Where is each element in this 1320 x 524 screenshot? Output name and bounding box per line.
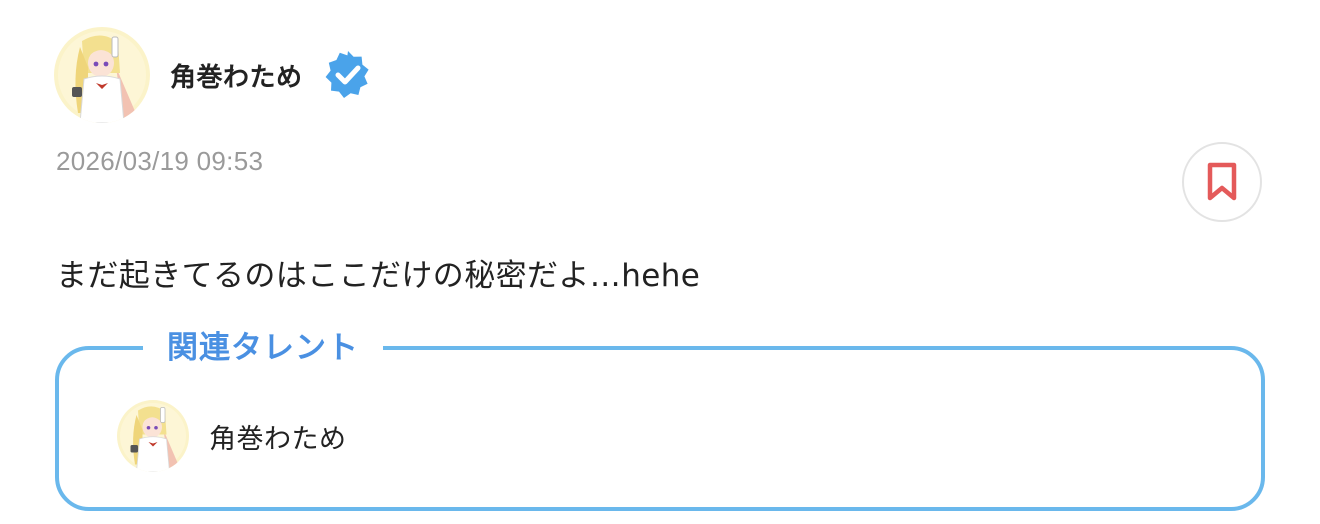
talent-avatar-icon (117, 400, 189, 472)
related-talent-item[interactable]: 角巻わため (117, 400, 347, 472)
avatar[interactable] (54, 27, 150, 123)
author-row: 角巻わため (54, 27, 375, 123)
related-talent-avatar[interactable] (117, 400, 189, 472)
verified-badge-icon (325, 51, 369, 98)
talent-avatar-icon (54, 27, 150, 123)
bookmark-button[interactable] (1182, 142, 1262, 222)
related-talents-title: 関連タレント (143, 328, 383, 368)
author-name[interactable]: 角巻わため (170, 57, 303, 94)
post-timestamp: 2026/03/19 09:53 (56, 146, 264, 176)
related-talent-name: 角巻わため (209, 423, 347, 455)
related-talents-section: 関連タレント 角巻わため (55, 328, 1265, 511)
post-body-text: まだ起きてるのはここだけの秘密だよ…hehe (56, 258, 701, 294)
bookmark-icon (1207, 162, 1237, 201)
post-card: 角巻わため 2026/03/19 09:53 まだ起きてるのはここだけの秘密だよ… (0, 0, 1320, 524)
